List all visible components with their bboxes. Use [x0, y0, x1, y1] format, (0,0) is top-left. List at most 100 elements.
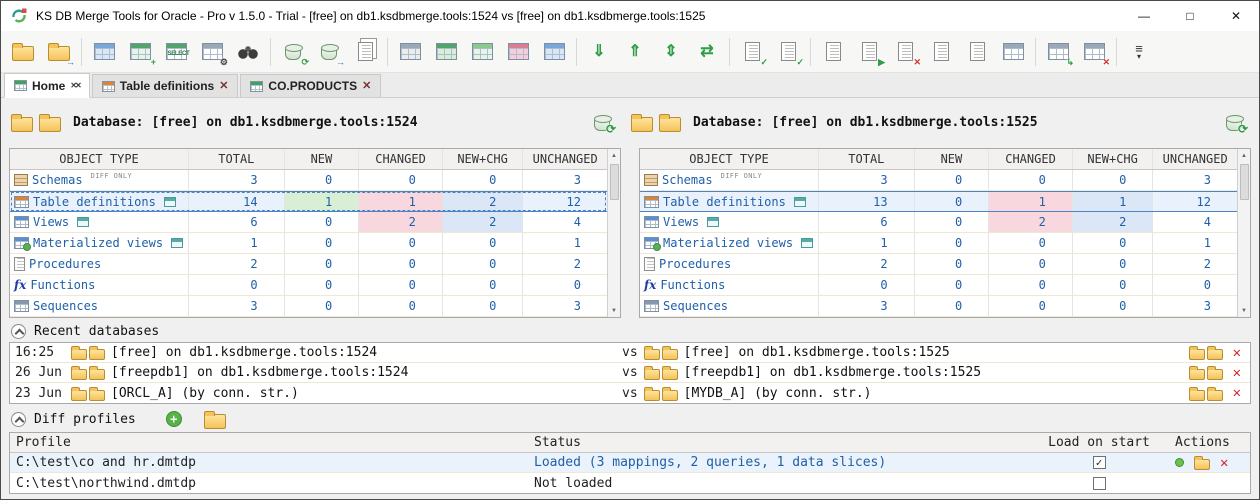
discard-changes-button[interactable]: ✕ — [1076, 35, 1112, 69]
object-row-materialized-views[interactable]: Materialized views 1 0 0 0 1 — [10, 233, 607, 254]
object-type-link[interactable]: Sequences — [663, 299, 728, 313]
object-row-sequences[interactable]: Sequences 3 0 0 0 3 — [10, 296, 607, 317]
sync-to-left-button[interactable]: ⇓ — [581, 35, 617, 69]
load-comparison-icon[interactable] — [1189, 386, 1223, 401]
object-row-procedures[interactable]: Procedures 2 0 0 0 2 — [10, 254, 607, 275]
scroll-down-button[interactable]: ▼ — [608, 304, 621, 317]
open-profile-folder-icon[interactable] — [1194, 459, 1210, 470]
toolbar-overflow-button[interactable]: ≡▾ — [1121, 35, 1157, 69]
header-object-type[interactable]: OBJECT TYPE — [640, 149, 819, 169]
load-on-start-checkbox[interactable]: ✓ — [1093, 456, 1106, 469]
object-type-link[interactable]: Functions — [30, 278, 95, 292]
view-script-button[interactable] — [815, 35, 851, 69]
object-type-link[interactable]: Procedures — [29, 257, 101, 271]
delete-recent-icon[interactable]: ✕ — [1233, 346, 1241, 360]
header-new[interactable]: NEW — [915, 149, 990, 169]
copy-table-button[interactable] — [86, 35, 122, 69]
close-tab-icon[interactable]: ✕ — [219, 81, 228, 92]
refresh-right-database-button[interactable]: ⟳ — [1221, 110, 1247, 134]
object-type-link[interactable]: Views — [663, 215, 699, 229]
scroll-up-button[interactable]: ▲ — [1238, 149, 1251, 162]
open-profile-button[interactable] — [204, 414, 226, 429]
header-total[interactable]: TOTAL — [819, 149, 915, 169]
scroll-up-button[interactable]: ▲ — [608, 149, 621, 162]
object-type-link[interactable]: Schemas — [662, 173, 713, 187]
recent-database-row[interactable]: 23 Jun [ORCL_A] (by conn. str.) vs [MYDB… — [10, 383, 1250, 403]
validate-right-script-button[interactable]: ✓ — [770, 35, 806, 69]
data-compare-icon[interactable] — [801, 238, 813, 248]
recent-database-row[interactable]: 26 Jun [freepdb1] on db1.ksdbmerge.tools… — [10, 363, 1250, 383]
import-database-button[interactable]: → — [311, 35, 347, 69]
header-unchanged[interactable]: UNCHANGED — [523, 149, 607, 169]
load-comparison-icon[interactable] — [1189, 345, 1223, 360]
header-object-type[interactable]: OBJECT TYPE — [10, 149, 189, 169]
header-new[interactable]: NEW — [285, 149, 360, 169]
object-row-schemas[interactable]: SchemasDIFF ONLY 3 0 0 0 3 — [640, 170, 1237, 191]
header-changed[interactable]: CHANGED — [359, 149, 443, 169]
object-type-link[interactable]: Views — [33, 215, 69, 229]
object-row-functions[interactable]: fxFunctions 0 0 0 0 0 — [640, 275, 1237, 296]
open-comparison-button[interactable]: → — [41, 35, 77, 69]
object-type-link[interactable]: Table definitions — [33, 195, 156, 209]
open-database-folder-icon[interactable] — [631, 117, 653, 132]
add-profile-button[interactable]: + — [166, 411, 182, 427]
run-script-button[interactable]: ▶ — [851, 35, 887, 69]
data-compare-icon[interactable] — [171, 238, 183, 248]
add-table-button[interactable]: + — [122, 35, 158, 69]
left-script-button[interactable] — [923, 35, 959, 69]
header-changed[interactable]: CHANGED — [989, 149, 1073, 169]
vertical-scrollbar[interactable]: ▲ ▼ — [1237, 149, 1250, 317]
object-row-functions[interactable]: fxFunctions 0 0 0 0 0 — [10, 275, 607, 296]
close-button[interactable]: ✕ — [1213, 1, 1259, 31]
delete-profile-icon[interactable]: ✕ — [1220, 456, 1228, 470]
object-type-link[interactable]: Procedures — [659, 257, 731, 271]
object-type-link[interactable]: Table definitions — [663, 195, 786, 209]
recent-database-row[interactable]: 16:25 [free] on db1.ksdbmerge.tools:1524… — [10, 343, 1250, 363]
open-database-folder-icon[interactable] — [39, 117, 61, 132]
maximize-button[interactable]: □ — [1167, 1, 1213, 31]
object-row-sequences[interactable]: Sequences 3 0 0 0 3 — [640, 296, 1237, 317]
profile-row[interactable]: C:\test\co and hr.dmtdp Loaded (3 mappin… — [10, 453, 1250, 473]
show-all-rows-button[interactable] — [392, 35, 428, 69]
profile-row[interactable]: C:\test\northwind.dmtdp Not loaded — [10, 473, 1250, 493]
scrollbar-thumb[interactable] — [1240, 164, 1249, 200]
data-compare-icon[interactable] — [164, 197, 176, 207]
delete-recent-icon[interactable]: ✕ — [1233, 366, 1241, 380]
vertical-scrollbar[interactable]: ▲ ▼ — [607, 149, 620, 317]
copy-button[interactable] — [347, 35, 383, 69]
object-row-schemas[interactable]: SchemasDIFF ONLY 3 0 0 0 3 — [10, 170, 607, 191]
load-on-start-checkbox[interactable] — [1093, 477, 1106, 490]
object-type-link[interactable]: Functions — [660, 278, 725, 292]
header-newchg[interactable]: NEW+CHG — [1073, 149, 1154, 169]
scroll-down-button[interactable]: ▼ — [1238, 304, 1251, 317]
refresh-databases-button[interactable]: ⟳ — [275, 35, 311, 69]
show-new-right-rows-button[interactable] — [464, 35, 500, 69]
refresh-left-database-button[interactable]: ⟳ — [589, 110, 615, 134]
object-row-table-definitions[interactable]: Table definitions 13 0 1 1 12 — [640, 191, 1237, 212]
table-settings-button[interactable]: ⚙ — [194, 35, 230, 69]
cancel-script-button[interactable]: ✕ — [887, 35, 923, 69]
object-row-materialized-views[interactable]: Materialized views 1 0 0 0 1 — [640, 233, 1237, 254]
object-type-link[interactable]: Sequences — [33, 299, 98, 313]
open-database-button[interactable] — [5, 35, 41, 69]
tab-table-definitions[interactable]: Table definitions ✕ — [92, 74, 239, 97]
header-total[interactable]: TOTAL — [189, 149, 285, 169]
object-type-link[interactable]: Schemas — [32, 173, 83, 187]
right-script-button[interactable] — [959, 35, 995, 69]
data-compare-icon[interactable] — [794, 197, 806, 207]
find-button[interactable] — [230, 35, 266, 69]
show-unchanged-rows-button[interactable] — [536, 35, 572, 69]
open-database-folder-icon[interactable] — [659, 117, 681, 132]
tab-home[interactable]: Home ✕✕ — [4, 73, 90, 98]
delete-recent-icon[interactable]: ✕ — [1233, 386, 1241, 400]
tab-co-products[interactable]: CO.PRODUCTS ✕ — [240, 74, 381, 97]
collapse-profiles-button[interactable] — [11, 412, 26, 427]
object-row-procedures[interactable]: Procedures 2 0 0 0 2 — [640, 254, 1237, 275]
sync-to-right-button[interactable]: ⇑ — [617, 35, 653, 69]
object-row-table-definitions[interactable]: Table definitions 14 1 1 2 12 — [10, 191, 607, 212]
validate-left-script-button[interactable]: ✓ — [734, 35, 770, 69]
header-newchg[interactable]: NEW+CHG — [443, 149, 524, 169]
header-unchanged[interactable]: UNCHANGED — [1153, 149, 1237, 169]
object-type-link[interactable]: Materialized views — [663, 236, 793, 250]
sync-swap-button[interactable]: ⇄ — [689, 35, 725, 69]
